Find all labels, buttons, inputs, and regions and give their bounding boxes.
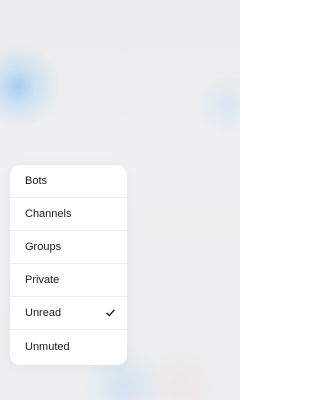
menu-item-private[interactable]: Private	[10, 264, 127, 297]
menu-item-label: Channels	[25, 208, 72, 220]
menu-item-label: Unread	[25, 307, 62, 319]
menu-item-label: Unmuted	[25, 340, 70, 353]
menu-item-label: Private	[25, 274, 60, 286]
menu-item-bots[interactable]: Bots	[10, 165, 127, 198]
menu-item-label: Bots	[25, 175, 48, 187]
screen: Bots Channels Groups Private Unread Unmu…	[0, 0, 240, 400]
menu-item-groups[interactable]: Groups	[10, 231, 127, 264]
menu-item-label: Groups	[25, 241, 62, 253]
menu-item-unmuted[interactable]: Unmuted	[10, 330, 127, 363]
checkmark-icon	[105, 308, 115, 318]
menu-item-unread[interactable]: Unread	[10, 297, 127, 330]
menu-item-channels[interactable]: Channels	[10, 198, 127, 231]
chat-filter-menu: Bots Channels Groups Private Unread Unmu…	[10, 165, 127, 365]
